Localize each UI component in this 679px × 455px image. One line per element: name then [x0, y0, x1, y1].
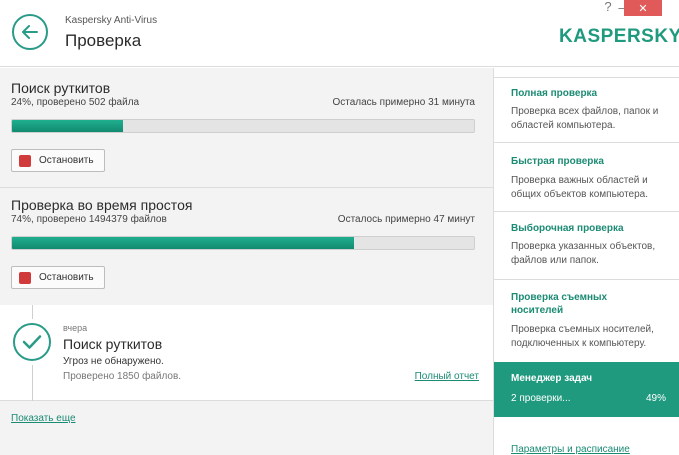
sidebar-item-title: Проверка съемных носителей: [511, 292, 608, 316]
scan-remaining: Осталось примерно 47 минут: [337, 214, 475, 225]
stop-label: Остановить: [39, 272, 94, 283]
scan-progress-text: 24%, проверено 502 файла: [11, 97, 140, 108]
history-result: Угроз не обнаружено.: [63, 356, 164, 367]
header: Kaspersky Anti-Virus Проверка ? – ✕ KASP…: [0, 0, 679, 67]
task-manager-status: 2 проверки...: [511, 393, 571, 404]
page-title: Проверка: [65, 31, 142, 50]
app-name: Kaspersky Anti-Virus: [65, 15, 158, 26]
stop-button[interactable]: Остановить: [11, 266, 105, 289]
sidebar-item-desc: Проверка указанных объектов, файлов или …: [511, 241, 656, 266]
scan-title: Проверка во время простоя: [11, 197, 193, 213]
kaspersky-logo: KASPERSKY lab: [559, 26, 679, 48]
history-title: Поиск руткитов: [63, 336, 163, 352]
progress-bar: [11, 119, 475, 133]
sidebar-item-full-scan[interactable]: Полная проверка Проверка всех файлов, па…: [494, 78, 679, 141]
task-manager-title: Менеджер задач: [511, 373, 593, 384]
check-circle-icon: [13, 323, 51, 361]
progress-bar: [11, 236, 475, 250]
divider: [0, 187, 493, 188]
stop-button[interactable]: Остановить: [11, 149, 105, 172]
history-date: вчера: [63, 323, 88, 333]
stop-icon: [19, 271, 31, 284]
scan-remaining: Осталась примерно 31 минута: [332, 97, 475, 108]
stop-icon: [19, 154, 31, 167]
sidebar-item-quick-scan[interactable]: Быстрая проверка Проверка важных областе…: [494, 143, 679, 211]
scan-types-sidebar: Полная проверка Проверка всех файлов, па…: [493, 68, 679, 455]
sidebar-item-desc: Проверка съемных носителей, подключенных…: [511, 324, 654, 349]
scan-history-item: вчера Поиск руткитов Угроз не обнаружено…: [0, 305, 493, 401]
sidebar-item-desc: Проверка всех файлов, папок и областей к…: [511, 106, 659, 131]
back-button[interactable]: [12, 14, 48, 50]
progress-fill: [12, 120, 123, 132]
arrow-left-icon: [22, 25, 38, 39]
scan-list: Поиск руткитов 24%, проверено 502 файла …: [0, 68, 493, 455]
history-checked: Проверено 1850 файлов.: [63, 371, 182, 382]
sidebar-item-title: Полная проверка: [511, 88, 598, 99]
params-schedule-link[interactable]: Параметры и расписание: [511, 444, 630, 455]
sidebar-item-desc: Проверка важных областей и общих объекто…: [511, 175, 649, 200]
scan-title: Поиск руткитов: [11, 80, 111, 96]
task-manager-panel[interactable]: Менеджер задач 2 проверки... 49%: [494, 362, 679, 417]
task-manager-percent: 49%: [645, 393, 666, 404]
sidebar-item-title: Выборочная проверка: [511, 223, 624, 234]
close-button[interactable]: ✕: [624, 0, 662, 16]
sidebar-item-custom-scan[interactable]: Выборочная проверка Проверка указанных о…: [494, 212, 679, 279]
sidebar-item-removable-scan[interactable]: Проверка съемных носителей Проверка съем…: [494, 280, 679, 362]
stop-label: Остановить: [39, 155, 94, 166]
show-more-link[interactable]: Показать еще: [11, 413, 76, 424]
sidebar-item-title: Быстрая проверка: [511, 156, 604, 167]
logo-text: KASPERSKY: [559, 26, 679, 47]
progress-fill: [12, 237, 354, 249]
full-report-link[interactable]: Полный отчет: [415, 371, 479, 382]
scan-progress-text: 74%, проверено 1494379 файлов: [11, 214, 167, 225]
